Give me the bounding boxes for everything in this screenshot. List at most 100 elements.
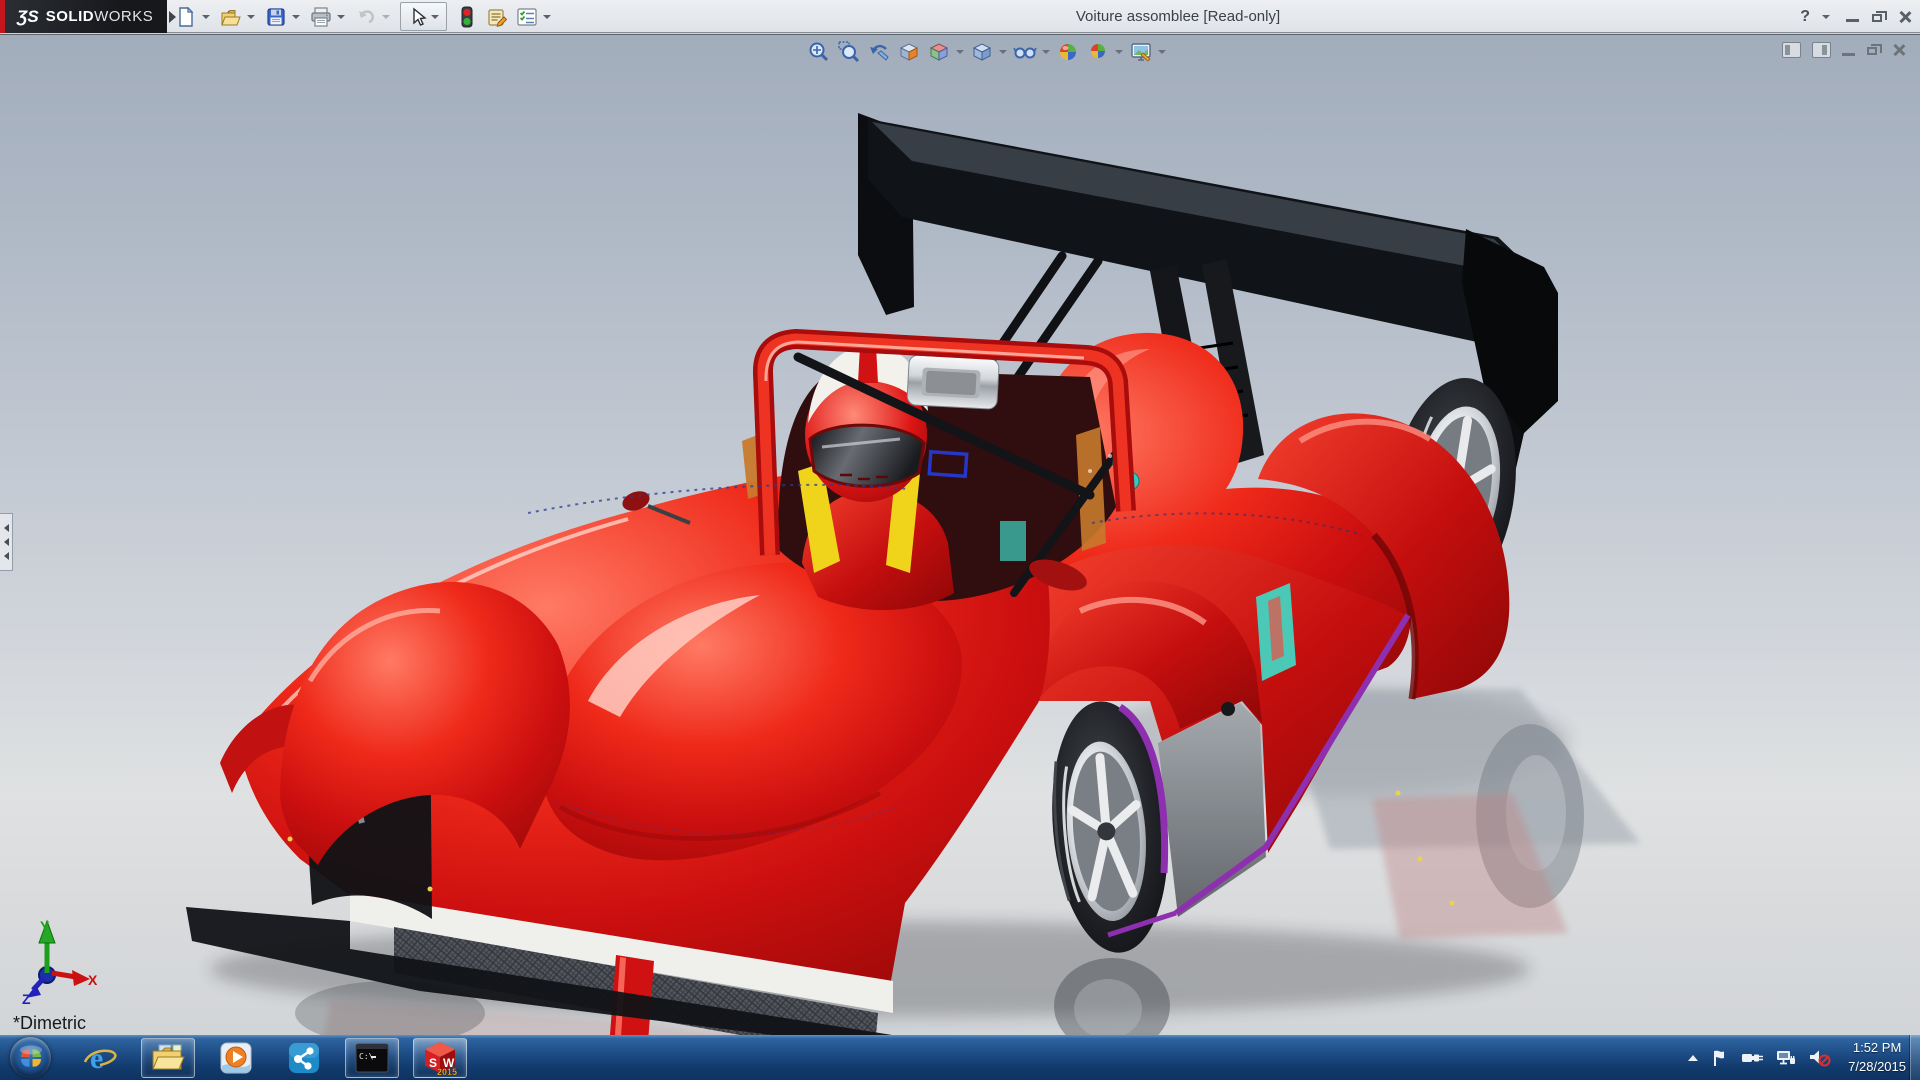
- display-style-icon: [972, 43, 991, 61]
- select-arrow-button[interactable]: [404, 3, 431, 30]
- triad-z-label: Z: [22, 991, 31, 1007]
- hide-show-dropdown[interactable]: [1042, 50, 1050, 54]
- section-view-icon: [899, 43, 918, 61]
- svg-text:e: e: [90, 1042, 103, 1075]
- taskbar-media-player[interactable]: [209, 1038, 263, 1078]
- pane-right-button[interactable]: [1812, 42, 1831, 58]
- open-folder-icon: [220, 9, 241, 25]
- taskbar-command-prompt[interactable]: C:\: [345, 1037, 399, 1078]
- document-window-controls: [1782, 42, 1906, 58]
- previous-view-icon: [869, 44, 889, 61]
- collapse-arrow-icon: [3, 538, 9, 546]
- new-dropdown[interactable]: [202, 14, 210, 19]
- view-settings-icon: [1130, 43, 1151, 62]
- doc-minimize-button[interactable]: [1842, 43, 1856, 57]
- file-properties-button[interactable]: [483, 3, 510, 30]
- view-orientation-button[interactable]: [926, 40, 951, 64]
- feature-manager-flyout-tab[interactable]: [0, 513, 13, 571]
- taskbar: e C:\ S W 2015 1:52 PM 7/28/2015: [0, 1035, 1920, 1080]
- display-style-button[interactable]: [969, 40, 994, 64]
- volume-muted-icon[interactable]: [1809, 1048, 1831, 1067]
- minimize-button[interactable]: [1846, 10, 1860, 24]
- taskbar-solidworks[interactable]: S W 2015: [413, 1037, 467, 1078]
- action-center-flag-icon[interactable]: [1711, 1049, 1728, 1067]
- save-button[interactable]: [262, 3, 289, 30]
- solidworks-2015-icon: S W 2015: [425, 1041, 457, 1076]
- pane-left-button[interactable]: [1782, 42, 1801, 58]
- apply-scene-icon: [1088, 44, 1107, 62]
- select-arrow-icon: [412, 7, 427, 26]
- show-hidden-icons-button[interactable]: [1688, 1054, 1699, 1061]
- new-document-button[interactable]: [172, 3, 199, 30]
- options-dropdown[interactable]: [543, 14, 551, 19]
- rebuild-button[interactable]: [453, 3, 480, 30]
- rebuild-traffic-light-icon: [461, 6, 472, 27]
- save-icon: [266, 7, 285, 26]
- print-dropdown[interactable]: [337, 14, 345, 19]
- zoom-to-area-icon: [837, 41, 859, 63]
- view-orientation-label: *Dimetric: [13, 1013, 87, 1033]
- clock[interactable]: 1:52 PM 7/28/2015: [1848, 1039, 1906, 1077]
- zoom-to-fit-button[interactable]: [806, 40, 831, 64]
- heads-up-toolbar: [806, 40, 1166, 64]
- triad-x-label: X: [88, 972, 98, 988]
- svg-text:2015: 2015: [437, 1067, 457, 1076]
- help-button[interactable]: ?: [1800, 8, 1810, 26]
- save-dropdown[interactable]: [292, 14, 300, 19]
- power-icon[interactable]: [1741, 1049, 1764, 1067]
- apply-scene-dropdown[interactable]: [1115, 50, 1123, 54]
- system-tray: 1:52 PM 7/28/2015: [1688, 1035, 1906, 1080]
- 3d-model-scene: Y X Z: [22, 113, 1640, 1035]
- solidworks-logo: ƷS SOLIDWORKS: [0, 0, 177, 33]
- start-button[interactable]: [10, 1037, 51, 1078]
- view-settings-button[interactable]: [1128, 40, 1153, 64]
- file-properties-icon: [487, 8, 507, 27]
- triad-y-label: Y: [40, 918, 50, 934]
- help-dropdown[interactable]: [1822, 14, 1830, 19]
- zoom-to-fit-icon: [809, 42, 828, 62]
- print-button[interactable]: [307, 3, 334, 30]
- doc-restore-button[interactable]: [1867, 43, 1882, 57]
- dassault-mark: ƷS: [17, 6, 39, 26]
- select-dropdown[interactable]: [431, 14, 439, 19]
- options-button[interactable]: [513, 3, 540, 30]
- undo-button[interactable]: [352, 3, 379, 30]
- taskbar-internet-explorer[interactable]: e: [73, 1038, 127, 1078]
- collapse-arrow-icon: [3, 524, 9, 532]
- display-style-dropdown[interactable]: [999, 50, 1007, 54]
- open-document-button[interactable]: [217, 3, 244, 30]
- edit-appearance-icon: [1059, 44, 1076, 60]
- media-player-icon: [220, 1042, 252, 1073]
- undo-dropdown[interactable]: [382, 14, 390, 19]
- new-document-icon: [178, 6, 193, 27]
- doc-close-button[interactable]: [1892, 43, 1906, 57]
- zoom-to-area-button[interactable]: [836, 40, 861, 64]
- hide-show-items-icon: [1012, 47, 1037, 59]
- taskbar-windows-explorer[interactable]: [141, 1037, 195, 1078]
- view-settings-dropdown[interactable]: [1158, 50, 1166, 54]
- helmet-visor: [808, 423, 926, 488]
- network-icon[interactable]: [1776, 1049, 1796, 1067]
- command-prompt-icon: C:\: [355, 1043, 389, 1072]
- view-orientation-dropdown[interactable]: [956, 50, 964, 54]
- mirror-box: [906, 354, 1000, 410]
- restore-button[interactable]: [1872, 10, 1887, 24]
- windows-flag-icon: [19, 1045, 42, 1067]
- desktop: { "window": { "brand_mark": "ƷS", "brand…: [0, 0, 1920, 1080]
- window-title: Voiture assomblee [Read-only]: [1075, 8, 1281, 25]
- apply-scene-button[interactable]: [1085, 40, 1110, 64]
- hide-show-items-button[interactable]: [1012, 40, 1037, 64]
- graphics-area[interactable]: Y X Z *Dimetric: [0, 34, 1920, 1035]
- select-tool-group: [400, 2, 447, 31]
- open-dropdown[interactable]: [247, 14, 255, 19]
- edit-appearance-button[interactable]: [1055, 40, 1080, 64]
- section-view-button[interactable]: [896, 40, 921, 64]
- show-desktop-button[interactable]: [1909, 1035, 1920, 1080]
- collapse-arrow-icon: [3, 552, 9, 560]
- share-app-icon: [289, 1042, 319, 1073]
- svg-text:S: S: [429, 1056, 437, 1070]
- previous-view-button[interactable]: [866, 40, 891, 64]
- close-button[interactable]: [1898, 10, 1912, 24]
- titlebar: ƷS SOLIDWORKS Voiture assomblee [Read-on…: [0, 0, 1920, 33]
- taskbar-share-app[interactable]: [277, 1038, 331, 1078]
